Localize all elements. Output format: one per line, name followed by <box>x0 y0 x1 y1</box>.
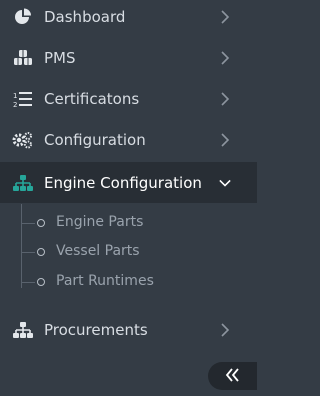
sidebar-item-label: Configuration <box>44 130 146 149</box>
sidebar-item-label: PMS <box>44 48 76 67</box>
pie-chart-icon <box>12 6 34 28</box>
engine-configuration-submenu: Engine Parts Vessel Parts Part Runtimes <box>0 204 257 308</box>
chevron-right-icon <box>219 322 231 338</box>
tree-branch <box>21 282 35 283</box>
svg-text:1: 1 <box>13 92 17 100</box>
gears-icon <box>12 129 34 151</box>
sidebar-item-label: Engine Configuration <box>44 173 202 192</box>
chevron-right-icon <box>219 132 231 148</box>
submenu-item-label: Part Runtimes <box>56 273 154 289</box>
sidebar: Dashboard PMS 1 2 Certificatons Configur… <box>0 0 257 396</box>
chevron-right-icon <box>219 9 231 25</box>
submenu-item-label: Engine Parts <box>56 214 144 230</box>
submenu-item-engine-parts[interactable]: Engine Parts <box>0 209 257 238</box>
sidebar-item-configuration[interactable]: Configuration <box>0 119 257 160</box>
collapse-sidebar-button[interactable] <box>208 362 257 390</box>
circle-bullet-icon <box>37 248 45 256</box>
sitemap-icon <box>12 319 34 341</box>
circle-bullet-icon <box>37 278 45 286</box>
sidebar-item-pms[interactable]: PMS <box>0 37 257 78</box>
sidebar-item-label: Certificatons <box>44 89 140 108</box>
tree-branch <box>21 252 35 253</box>
sidebar-item-label: Dashboard <box>44 7 126 26</box>
circle-bullet-icon <box>37 219 45 227</box>
chevron-right-icon <box>219 50 231 66</box>
sidebar-item-procurements[interactable]: Procurements <box>0 309 257 350</box>
chevron-down-icon <box>219 175 231 191</box>
sitemap-icon <box>12 172 34 194</box>
tree-branch <box>21 223 35 224</box>
submenu-item-vessel-parts[interactable]: Vessel Parts <box>0 238 257 267</box>
sidebar-item-label: Procurements <box>44 320 148 339</box>
svg-text:2: 2 <box>13 101 17 108</box>
double-chevron-left-icon <box>225 367 241 386</box>
sidebar-item-dashboard[interactable]: Dashboard <box>0 0 257 37</box>
sidebar-item-certificatons[interactable]: 1 2 Certificatons <box>0 78 257 119</box>
submenu-item-part-runtimes[interactable]: Part Runtimes <box>0 268 257 297</box>
ordered-list-icon: 1 2 <box>12 88 34 110</box>
cubes-icon <box>12 47 34 69</box>
sidebar-item-engine-configuration[interactable]: Engine Configuration <box>0 162 257 203</box>
chevron-right-icon <box>219 91 231 107</box>
submenu-item-label: Vessel Parts <box>56 243 140 259</box>
